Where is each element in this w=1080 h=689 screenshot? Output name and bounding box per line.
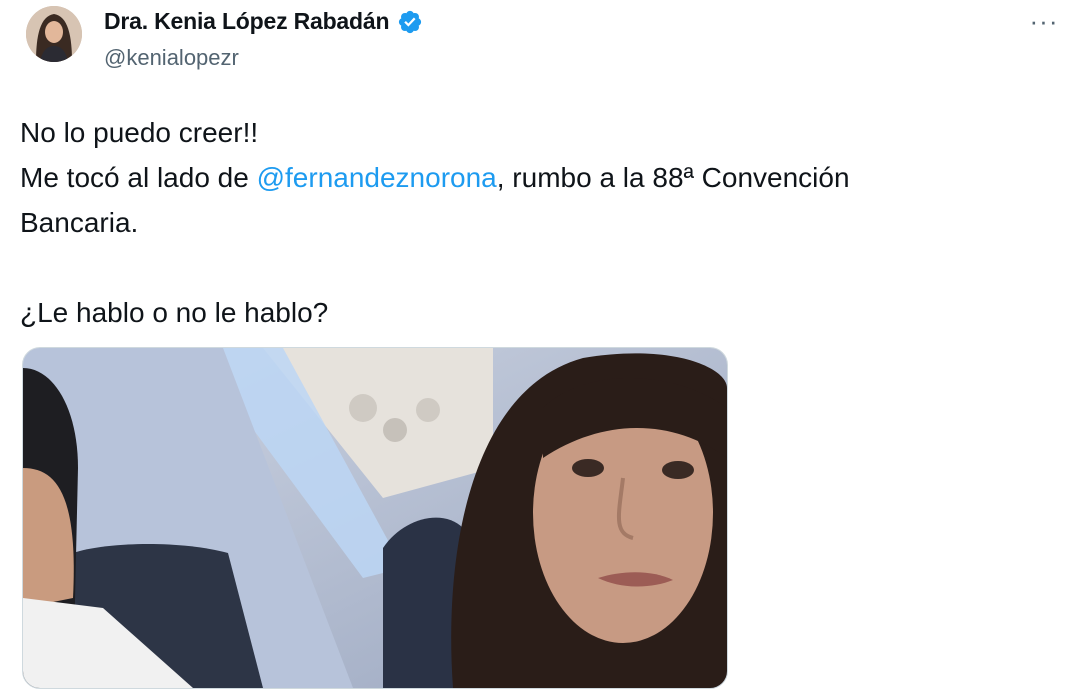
author-name-row: Dra. Kenia López Rabadán — [104, 8, 423, 35]
author-display-name[interactable]: Dra. Kenia López Rabadán — [104, 8, 390, 35]
tweet-line-2: Me tocó al lado de @fernandeznorona, rum… — [20, 155, 1060, 200]
tweet-line-1: No lo puedo creer!! — [20, 117, 259, 148]
airplane-selfie-photo-icon — [23, 348, 727, 688]
tweet-line-3: Bancaria. — [20, 207, 139, 238]
tweet-line-2-start: Me tocó al lado de — [20, 162, 257, 193]
tweet-text: No lo puedo creer!! Me tocó al lado de @… — [20, 110, 1060, 335]
mention-link[interactable]: @fernandeznorona — [257, 162, 497, 193]
profile-photo-icon — [26, 6, 82, 62]
tweet-line-4: ¿Le hablo o no le hablo? — [20, 297, 329, 328]
tweet-media-photo[interactable] — [22, 347, 728, 689]
tweet-line-2-end: , rumbo a la 88ª Convención — [496, 162, 850, 193]
more-options-icon[interactable]: ··· — [1024, 6, 1064, 40]
verified-badge-icon — [397, 9, 423, 35]
avatar[interactable] — [26, 6, 82, 62]
author-handle[interactable]: @kenialopezr — [104, 45, 239, 71]
